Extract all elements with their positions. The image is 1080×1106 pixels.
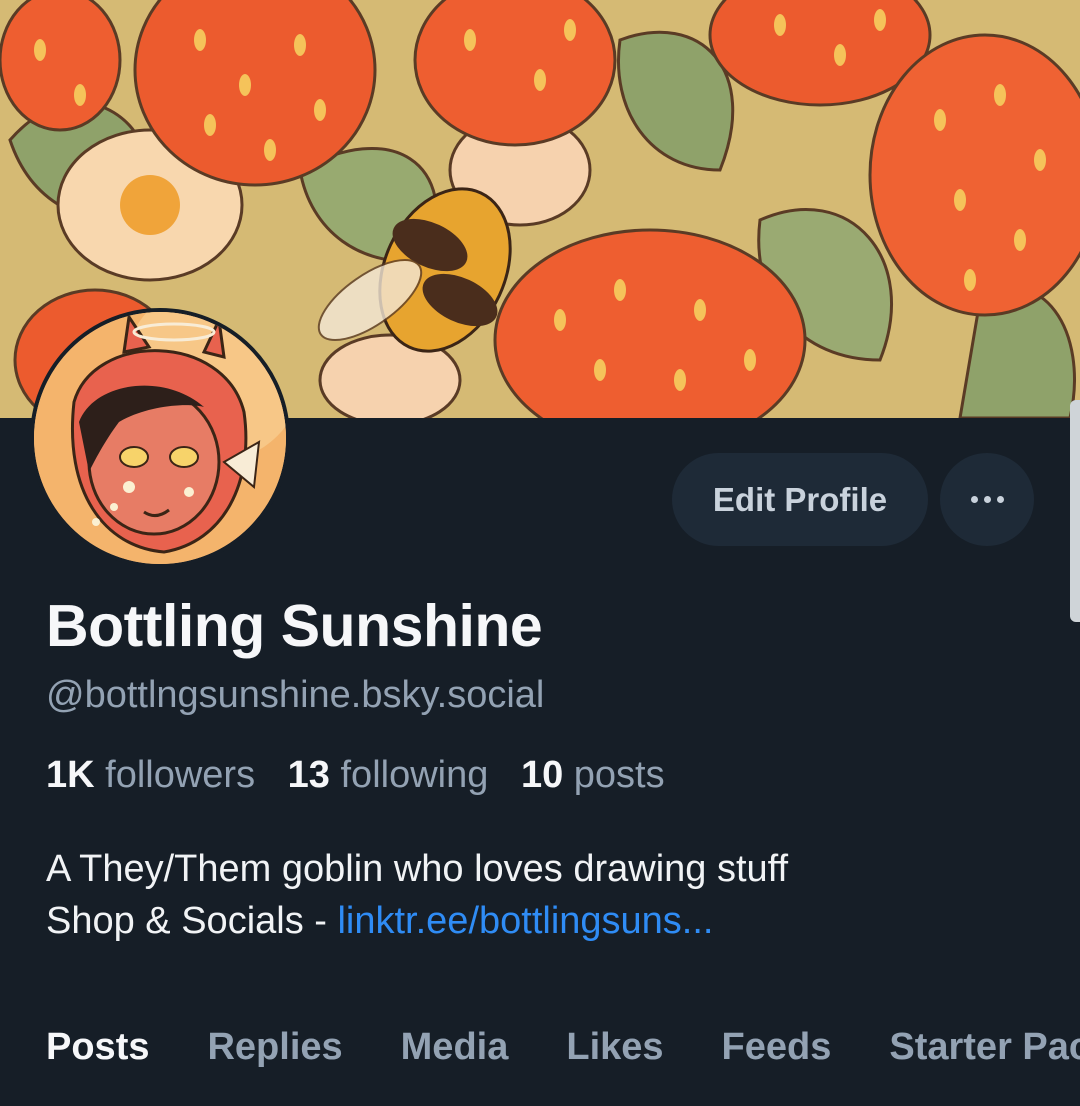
tab-starter-packs[interactable]: Starter Packs (889, 1026, 1080, 1069)
bio-link[interactable]: linktr.ee/bottlingsuns... (337, 900, 713, 942)
scrollbar[interactable] (1070, 400, 1080, 622)
ellipsis-icon (996, 496, 1004, 503)
followers-stat[interactable]: 1K followers (46, 754, 255, 796)
following-label: following (340, 754, 489, 796)
tab-posts[interactable]: Posts (46, 1026, 149, 1069)
bio-line-2-prefix: Shop & Socials - (46, 900, 338, 942)
followers-label: followers (105, 754, 256, 796)
ellipsis-icon (983, 496, 991, 503)
tab-likes[interactable]: Likes (566, 1026, 663, 1069)
posts-label: posts (573, 754, 665, 796)
bio-line-2: Shop & Socials - linktr.ee/bottlingsuns.… (46, 895, 788, 947)
profile-tabs: Posts Replies Media Likes Feeds Starter … (46, 1026, 1080, 1069)
posts-stat: 10 posts (521, 754, 665, 796)
profile-handle: @bottlngsunshine.bsky.social (46, 674, 545, 716)
avatar-illustration (34, 312, 286, 564)
tab-media[interactable]: Media (401, 1026, 509, 1069)
profile-stats: 1K followers 13 following 10 posts (46, 754, 665, 797)
edit-profile-button[interactable]: Edit Profile (672, 453, 928, 546)
following-count: 13 (287, 754, 330, 796)
profile-bio: A They/Them goblin who loves drawing stu… (46, 843, 788, 947)
followers-count: 1K (46, 754, 95, 796)
posts-count: 10 (520, 754, 564, 796)
tab-feeds[interactable]: Feeds (722, 1026, 832, 1069)
avatar[interactable] (30, 308, 290, 568)
display-name: Bottling Sunshine (46, 593, 543, 659)
ellipsis-icon (970, 496, 978, 503)
following-stat[interactable]: 13 following (288, 754, 489, 796)
tab-replies[interactable]: Replies (207, 1026, 342, 1069)
more-options-button[interactable] (940, 453, 1034, 546)
bio-line-1: A They/Them goblin who loves drawing stu… (46, 848, 789, 890)
